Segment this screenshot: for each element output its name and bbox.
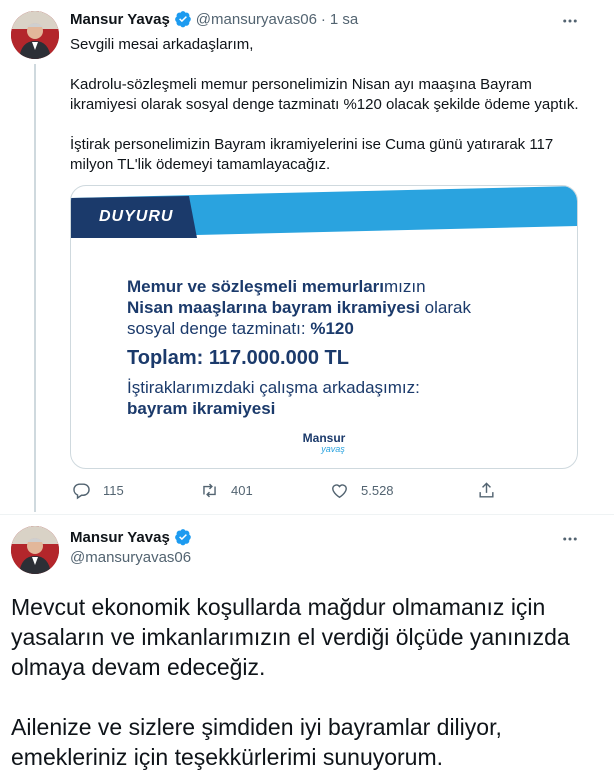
tweet-timestamp[interactable]: 1 sa bbox=[330, 11, 358, 28]
tweet2-author-row: Mansur Yavaş bbox=[70, 528, 192, 546]
retweet-button[interactable]: 401 bbox=[200, 481, 253, 500]
card-logo: Mansur yavaş bbox=[297, 432, 351, 454]
avatar-portrait-2 bbox=[11, 526, 59, 574]
more-icon[interactable] bbox=[557, 526, 583, 552]
card-logo-main: Mansur bbox=[302, 431, 346, 445]
more-icon[interactable] bbox=[557, 8, 583, 34]
share-button[interactable] bbox=[477, 481, 496, 500]
author-avatar-2[interactable] bbox=[11, 526, 59, 574]
card-line1-rest: mızın bbox=[384, 277, 426, 296]
tweet1-paragraph-3: İştirak personelimizin Bayram ikramiyele… bbox=[70, 136, 554, 173]
card-line1-bold: Memur ve sözleşmeli memurları bbox=[127, 277, 385, 296]
tweet1-header: Mansur Yavaş @mansuryavas06 · 1 sa bbox=[70, 10, 358, 28]
like-count: 5.528 bbox=[361, 483, 394, 498]
author-handle[interactable]: @mansuryavas06 bbox=[196, 11, 317, 28]
thread-connector bbox=[34, 64, 36, 512]
card-line2-rest: olarak bbox=[419, 298, 471, 317]
author-avatar[interactable] bbox=[11, 11, 59, 59]
header-separator: · bbox=[320, 10, 326, 28]
card-line2-bold: Nisan maaşlarına bayram ikramiyesi bbox=[127, 298, 420, 317]
card-line6: bayram ikramiyesi bbox=[127, 399, 276, 418]
reply-count: 115 bbox=[103, 483, 124, 498]
author-name[interactable]: Mansur Yavaş bbox=[70, 11, 170, 28]
author-name-2[interactable]: Mansur Yavaş bbox=[70, 529, 170, 546]
author-handle-2[interactable]: @mansuryavas06 bbox=[70, 549, 191, 566]
like-button[interactable]: 5.528 bbox=[330, 481, 394, 500]
tweet1-paragraph-1: Sevgili mesai arkadaşlarım, bbox=[70, 36, 254, 53]
share-icon bbox=[479, 482, 494, 498]
tweet2-paragraph-1: Mevcut ekonomik koşullarda mağdur olmama… bbox=[11, 594, 570, 680]
avatar-portrait bbox=[11, 11, 59, 59]
retweet-count: 401 bbox=[231, 483, 253, 498]
tweet-divider bbox=[0, 514, 614, 515]
tweet1-body: Sevgili mesai arkadaşlarım, Kadrolu-sözl… bbox=[70, 35, 590, 175]
card-line3-rest: sosyal denge tazminatı: bbox=[127, 319, 311, 338]
tweet2-body: Mevcut ekonomik koşullarda mağdur olmama… bbox=[11, 592, 596, 772]
tweet2-paragraph-2: Ailenize ve sizlere şimdiden iyi bayraml… bbox=[11, 714, 502, 770]
card-logo-script: yavaş bbox=[321, 444, 345, 454]
reply-button[interactable]: 115 bbox=[72, 481, 124, 500]
card-banner-label: DUYURU bbox=[99, 208, 174, 225]
retweet-icon bbox=[203, 483, 216, 498]
verified-badge-icon bbox=[174, 10, 192, 28]
announcement-card[interactable]: DUYURU Memur ve sözleşmeli memurlarımızı… bbox=[70, 185, 578, 469]
like-icon bbox=[332, 484, 347, 499]
card-total: Toplam: 117.000.000 TL bbox=[127, 347, 349, 369]
reply-icon bbox=[73, 483, 90, 500]
tweet1-paragraph-2: Kadrolu-sözleşmeli memur personelimizin … bbox=[70, 76, 579, 113]
card-line3-bold: %120 bbox=[310, 319, 354, 338]
card-text-block: Memur ve sözleşmeli memurlarımızın Nisan… bbox=[127, 276, 567, 419]
card-line5: İştiraklarımızdaki çalışma arkadaşımız: bbox=[127, 378, 420, 397]
verified-badge-icon bbox=[174, 528, 192, 546]
